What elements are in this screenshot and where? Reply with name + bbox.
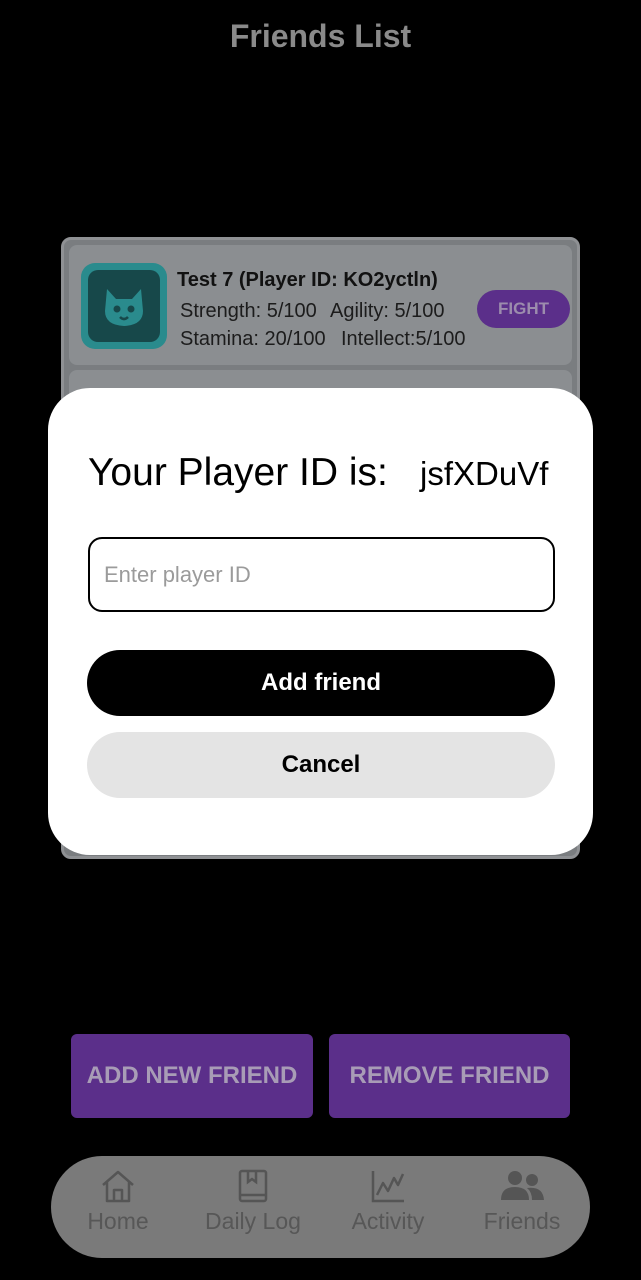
cat-face-icon bbox=[105, 289, 143, 326]
add-friend-button[interactable]: Add friend bbox=[87, 650, 555, 716]
nav-item-friends[interactable]: Friends bbox=[457, 1168, 587, 1248]
nav-label-friends: Friends bbox=[483, 1208, 561, 1234]
fight-button[interactable]: FIGHT bbox=[477, 290, 570, 328]
nav-label-daily-log: Daily Log bbox=[205, 1208, 301, 1234]
book-icon bbox=[238, 1169, 268, 1203]
player-id-value: jsfXDuVf bbox=[420, 455, 549, 492]
people-icon bbox=[501, 1171, 544, 1200]
player-id-input[interactable] bbox=[88, 537, 555, 612]
nav-label-activity: Activity bbox=[351, 1208, 425, 1234]
remove-friend-button[interactable]: REMOVE FRIEND bbox=[329, 1034, 570, 1118]
nav-label-home: Home bbox=[87, 1208, 149, 1234]
chart-icon bbox=[371, 1171, 405, 1203]
bottom-nav: Home Daily Log Activity Friends bbox=[51, 1156, 590, 1258]
friend-agility: Agility: 5/100 bbox=[330, 300, 445, 322]
home-icon bbox=[102, 1170, 134, 1203]
friend-card: Test 7 (Player ID: KO2yctln) Strength: 5… bbox=[69, 245, 572, 365]
friend-name: Test 7 (Player ID: KO2yctln) bbox=[177, 269, 438, 291]
nav-item-home[interactable]: Home bbox=[53, 1168, 183, 1248]
cancel-button[interactable]: Cancel bbox=[87, 732, 555, 798]
friend-intellect: Intellect:5/100 bbox=[341, 328, 466, 350]
player-id-label: Your Player ID is: bbox=[88, 451, 388, 494]
friend-strength: Strength: 5/100 bbox=[180, 300, 317, 322]
page-title: Friends List bbox=[229, 18, 412, 54]
add-friend-dialog: Your Player ID is: jsfXDuVf Add friend C… bbox=[48, 388, 593, 855]
nav-item-daily-log[interactable]: Daily Log bbox=[188, 1168, 318, 1248]
nav-item-activity[interactable]: Activity bbox=[323, 1168, 453, 1248]
avatar bbox=[81, 263, 167, 349]
friend-stamina: Stamina: 20/100 bbox=[180, 328, 326, 350]
add-new-friend-button[interactable]: ADD NEW FRIEND bbox=[71, 1034, 313, 1118]
